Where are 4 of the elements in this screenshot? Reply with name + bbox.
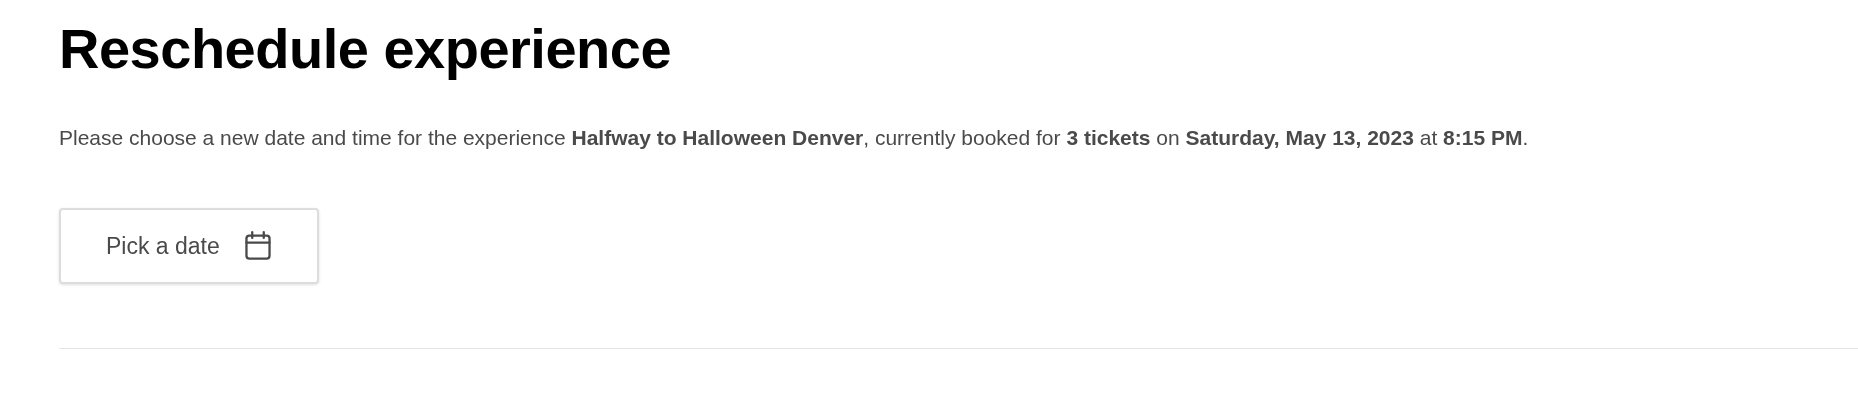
page-title: Reschedule experience: [59, 17, 672, 81]
description: Please choose a new date and time for the experience Halfway to Halloween Denver, currently booked for 3 tickets on Saturday, May 13, 2023 at 8:15 PM.: [59, 125, 1529, 151]
calendar-icon: [243, 231, 272, 261]
pick-date-button[interactable]: Pick a date: [59, 208, 319, 284]
